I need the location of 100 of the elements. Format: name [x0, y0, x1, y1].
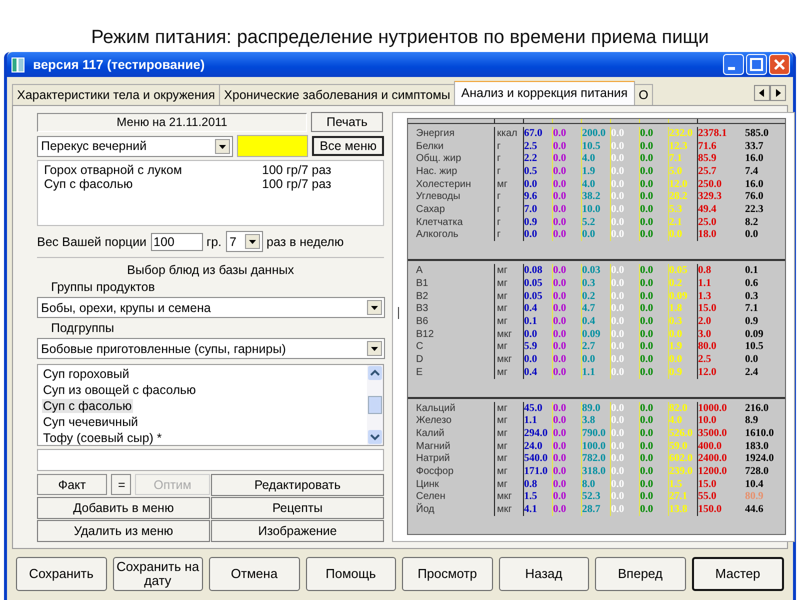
mode-button[interactable]: Факт — [37, 474, 107, 495]
tab[interactable]: Анализ и коррекция питания — [454, 81, 635, 105]
value-cell: 0.0 — [553, 166, 566, 177]
value-cell: 28.2 — [669, 191, 688, 202]
footer-button[interactable]: Помощь — [306, 557, 396, 591]
scroll-left-icon[interactable] — [754, 85, 770, 101]
section-title: Выбор блюд из базы данных — [126, 263, 295, 277]
value-cell: 0.0 — [640, 128, 654, 139]
scroll-down-icon[interactable] — [368, 430, 382, 444]
value-cell: 2.5 — [698, 354, 712, 365]
value-cell: 82.0 — [669, 402, 688, 414]
value-cell: 294.0 — [524, 428, 548, 439]
nutrient-name: Нас. жир — [416, 166, 458, 177]
footer-button[interactable]: Мастер — [692, 557, 784, 591]
action-button[interactable]: Удалить из меню — [37, 520, 210, 542]
unit-cell: г — [497, 191, 501, 202]
value-cell: 0.0 — [640, 402, 654, 414]
value-cell: 0.0 — [640, 453, 654, 464]
app-icon — [11, 56, 25, 72]
value-cell: 27.1 — [669, 491, 688, 502]
close-icon[interactable] — [769, 54, 790, 75]
value-cell: 33.7 — [745, 140, 764, 152]
scroll-right-icon[interactable] — [770, 85, 786, 101]
value-cell: 38.2 — [582, 191, 600, 202]
value-cell: 12.0 — [698, 366, 716, 378]
times-select[interactable]: 7 — [226, 231, 263, 252]
nutrient-name: D — [416, 354, 424, 365]
dish-item[interactable]: Суп гороховый — [42, 367, 130, 381]
value-cell: 3.8 — [582, 415, 596, 426]
dish-item[interactable]: Суп с фасолью — [42, 399, 133, 413]
portion-field[interactable]: 100 — [150, 232, 203, 250]
action-button[interactable]: Изображение — [211, 520, 384, 542]
value-cell: 1.9 — [582, 166, 596, 177]
nutrient-name: Сахар — [416, 204, 445, 215]
action-button[interactable]: Рецепты — [211, 497, 384, 519]
value-cell: 0.0 — [745, 229, 758, 240]
nutrient-name: Селен — [416, 491, 446, 502]
dropdown-icon[interactable] — [214, 138, 230, 154]
value-cell: 100.0 — [582, 440, 606, 452]
value-cell: 0.8 — [698, 265, 712, 276]
value-cell: 0.03 — [582, 265, 600, 276]
subgroup-select[interactable]: Бобовые приготовленные (супы, гарниры) — [37, 338, 385, 359]
value-cell: 28.7 — [582, 504, 600, 515]
all-menu-button[interactable]: Все меню — [312, 136, 384, 156]
value-cell: 0.09 — [745, 328, 764, 340]
tab[interactable]: Характеристики тела и окружения — [12, 84, 220, 105]
print-button[interactable]: Печать — [311, 112, 383, 132]
minimize-icon[interactable] — [723, 54, 744, 75]
tab[interactable]: Хронические заболевания и симптомы — [219, 84, 456, 105]
value-cell: 0.0 — [640, 440, 654, 452]
value-cell: 0.0 — [553, 216, 566, 228]
value-cell: 7.1 — [745, 303, 758, 314]
value-cell: 45.0 — [524, 402, 542, 414]
splitter-handle[interactable] — [398, 307, 399, 319]
footer-button[interactable]: Просмотр — [402, 557, 492, 591]
value-cell: 400.0 — [698, 440, 722, 452]
value-cell: 526.0 — [669, 428, 693, 439]
scroll-thumb[interactable] — [368, 396, 382, 414]
window-title: версия 117 (тестирование) — [33, 57, 206, 72]
dropdown-icon[interactable] — [367, 341, 382, 356]
footer-button[interactable]: Назад — [498, 557, 589, 591]
nutrient-name: Белки — [416, 140, 444, 152]
value-cell: 0.0 — [553, 278, 566, 289]
tab[interactable]: О — [634, 84, 654, 105]
value-cell: 0.0 — [669, 328, 682, 340]
value-cell: 0.09 — [582, 328, 600, 340]
value-cell: 1.3 — [698, 290, 712, 302]
scroll-up-icon[interactable] — [368, 366, 382, 380]
footer-button[interactable]: Сохранить — [16, 557, 106, 591]
menu-item-name[interactable]: Горох отварной с луком — [44, 163, 262, 177]
action-button[interactable]: Редактировать — [211, 474, 384, 496]
action-button[interactable]: Добавить в меню — [37, 497, 210, 519]
value-cell: 1000.0 — [698, 402, 727, 414]
footer-button[interactable]: Вперед — [595, 557, 686, 591]
value-cell: 2.5 — [524, 140, 538, 152]
dish-item[interactable]: Суп из овощей с фасолью — [42, 383, 197, 397]
dish-item[interactable]: Суп чечевичный — [42, 415, 140, 429]
mode-button[interactable]: = — [111, 474, 131, 495]
footer-button[interactable]: Отмена — [209, 557, 300, 591]
unit-cell: мг — [497, 278, 508, 289]
meal-select[interactable]: Перекус вечерний — [37, 136, 233, 156]
text-field[interactable] — [37, 449, 384, 471]
value-cell: 585.0 — [745, 128, 769, 139]
value-cell: 13.8 — [669, 504, 688, 515]
color-field — [236, 135, 308, 157]
value-cell: 0.8 — [524, 478, 538, 490]
scrollbar[interactable] — [367, 365, 383, 445]
value-cell: 782.0 — [582, 453, 606, 464]
footer-button[interactable]: Сохранить на дату — [112, 557, 203, 591]
dropdown-icon[interactable] — [244, 234, 260, 249]
nutrient-name: Железо — [416, 415, 452, 426]
group-select[interactable]: Бобы, орехи, крупы и семена — [37, 297, 385, 318]
dropdown-icon[interactable] — [367, 300, 382, 315]
value-cell: 0.0 — [582, 354, 596, 365]
menu-item-name[interactable]: Суп с фасолью — [44, 177, 262, 191]
unit-cell: г — [497, 153, 501, 164]
maximize-icon[interactable] — [746, 54, 767, 75]
frequency-label: раз в неделю — [266, 234, 344, 248]
value-cell: 0.3 — [669, 316, 682, 327]
dish-item[interactable]: Тофу (соевый сыр) * — [42, 431, 163, 445]
